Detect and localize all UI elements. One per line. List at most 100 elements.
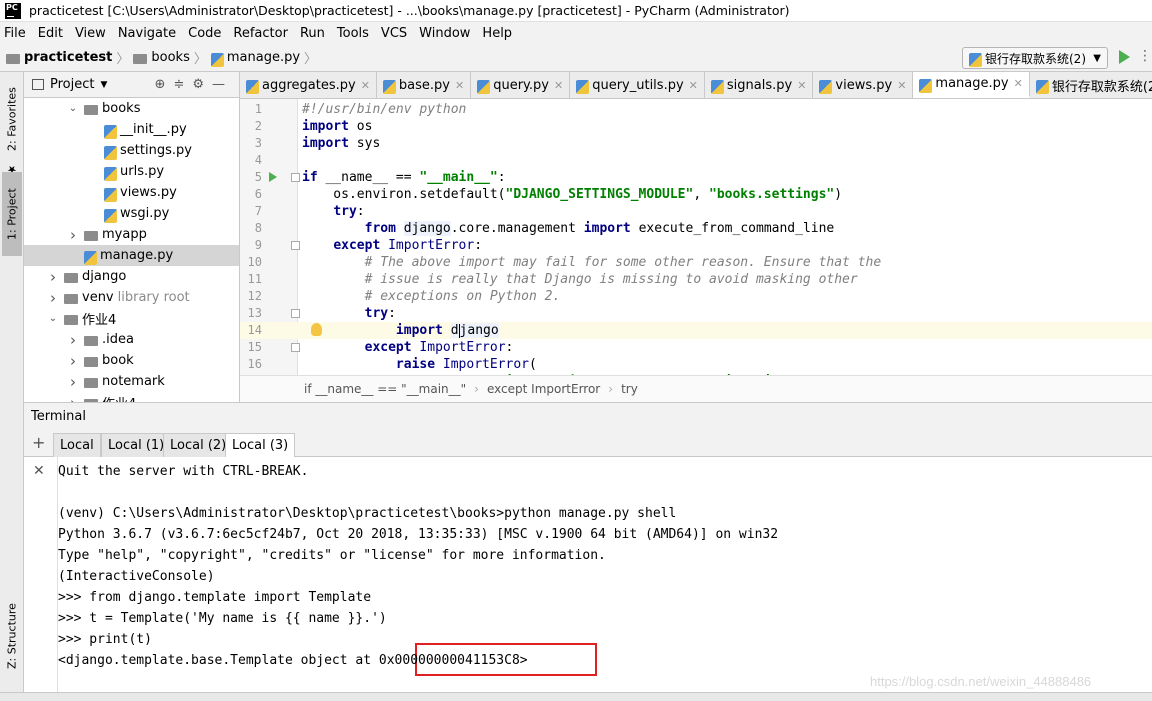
tree-item[interactable]: › myapp [24, 224, 239, 245]
run-configuration-select[interactable]: 银行存取款系统(2) ▼ [962, 47, 1108, 69]
chevron-right-icon[interactable]: › [46, 268, 60, 286]
menu-edit[interactable]: Edit [38, 26, 63, 41]
fold-marker-icon[interactable] [291, 309, 300, 318]
tree-item[interactable]: settings.py [24, 140, 239, 161]
chevron-right-icon[interactable]: › [46, 289, 60, 307]
close-tab-icon[interactable]: ✕ [797, 79, 806, 92]
fold-marker-icon[interactable] [291, 173, 300, 182]
menu-refactor[interactable]: Refactor [233, 26, 288, 41]
editor-tab[interactable]: base.py ✕ [377, 72, 472, 98]
code-line[interactable]: 6 os.environ.setdefault("DJANGO_SETTINGS… [240, 186, 1152, 203]
project-tool-tab[interactable]: 1: Project [2, 172, 22, 256]
tree-item[interactable]: ⌄ books [24, 98, 239, 119]
gear-icon[interactable]: ⚙ [192, 77, 212, 92]
chevron-right-icon[interactable]: › [66, 352, 80, 370]
close-tab-icon[interactable]: ✕ [897, 79, 906, 92]
collapse-icon[interactable]: ≑ [173, 77, 192, 92]
line-number: 2 [254, 119, 262, 133]
editor-crumb-except[interactable]: except ImportError [487, 382, 600, 396]
code-line[interactable]: 5 if __name__ == "__main__": [240, 169, 1152, 186]
editor-tab[interactable]: views.py ✕ [813, 72, 914, 98]
code-line[interactable]: 10 # The above import may fail for some … [240, 254, 1152, 271]
project-panel-title[interactable]: Project [50, 77, 94, 92]
terminal-tab[interactable]: Local [53, 433, 101, 457]
code-line[interactable]: 1 #!/usr/bin/env python [240, 101, 1152, 118]
editor-tab[interactable]: manage.py ✕ [913, 72, 1030, 98]
code-line[interactable]: 9 except ImportError: [240, 237, 1152, 254]
tree-item[interactable]: urls.py [24, 161, 239, 182]
tree-item[interactable]: __init__.py [24, 119, 239, 140]
code-line[interactable]: 16 raise ImportError( [240, 356, 1152, 373]
code-line[interactable]: 7 try: [240, 203, 1152, 220]
menu-tools[interactable]: Tools [337, 26, 369, 41]
tree-item[interactable]: wsgi.py [24, 203, 239, 224]
breadcrumb-file[interactable]: manage.py [227, 50, 300, 65]
editor-crumb-try[interactable]: try [621, 382, 638, 396]
chevron-down-icon[interactable]: ⌄ [66, 103, 80, 114]
tree-item[interactable]: views.py [24, 182, 239, 203]
terminal-tab[interactable]: Local (3) [225, 433, 296, 457]
code-line[interactable]: 13 try: [240, 305, 1152, 322]
chevron-right-icon[interactable]: › [66, 373, 80, 391]
code-line[interactable]: 12 # exceptions on Python 2. [240, 288, 1152, 305]
editor-tab[interactable]: signals.py ✕ [705, 72, 814, 98]
chevron-right-icon[interactable]: › [66, 394, 80, 403]
locate-icon[interactable]: ⊕ [155, 77, 174, 92]
code-line[interactable]: 2 import os [240, 118, 1152, 135]
terminal-tab[interactable]: Local (1) [101, 433, 172, 457]
menu-help[interactable]: Help [482, 26, 512, 41]
tree-item[interactable]: ⌄ 作业4 [24, 308, 239, 329]
menu-vcs[interactable]: VCS [381, 26, 407, 41]
close-tab-icon[interactable]: ✕ [361, 79, 370, 92]
project-tab-label: 1: Project [5, 188, 19, 240]
run-icon[interactable] [1119, 50, 1130, 64]
chevron-right-icon[interactable]: › [66, 331, 80, 349]
editor-tab[interactable]: query_utils.py ✕ [570, 72, 705, 98]
more-icon[interactable]: ⋮ [1138, 48, 1152, 64]
editor-tab[interactable]: 银行存取款系统(2).py [1030, 72, 1152, 98]
editor-crumb-if[interactable]: if __name__ == "__main__" [304, 382, 466, 396]
close-tab-icon[interactable]: ✕ [1014, 77, 1023, 90]
tree-item[interactable]: › .idea [24, 329, 239, 350]
add-icon[interactable]: + [32, 433, 45, 452]
run-gutter-icon[interactable] [269, 172, 277, 182]
tree-item[interactable]: › 作业4 [24, 392, 239, 402]
code-line[interactable]: 11 # issue is really that Django is miss… [240, 271, 1152, 288]
close-tab-icon[interactable]: ✕ [554, 79, 563, 92]
menu-code[interactable]: Code [188, 26, 221, 41]
chevron-right-icon[interactable]: › [66, 226, 80, 244]
menu-navigate[interactable]: Navigate [118, 26, 176, 41]
structure-tool-tab[interactable]: Z: Structure [2, 592, 22, 680]
fold-marker-icon[interactable] [291, 241, 300, 250]
favorites-tool-tab[interactable]: 2: Favorites [2, 78, 22, 160]
close-icon[interactable]: ✕ [33, 463, 45, 479]
tree-item[interactable]: › venv library root [24, 287, 239, 308]
editor-tab[interactable]: query.py ✕ [471, 72, 571, 98]
menu-file[interactable]: File [4, 26, 26, 41]
terminal-output[interactable]: Quit the server with CTRL-BREAK. (venv) C… [57, 457, 1152, 693]
breadcrumb-folder[interactable]: books [151, 50, 189, 65]
menu-run[interactable]: Run [300, 26, 325, 41]
code-line[interactable]: 8 from django.core.management import exe… [240, 220, 1152, 237]
tree-item[interactable]: manage.py [24, 245, 239, 266]
code-line[interactable]: 15 except ImportError: [240, 339, 1152, 356]
chevron-down-icon[interactable]: ⌄ [46, 313, 60, 324]
fold-marker-icon[interactable] [291, 343, 300, 352]
menu-window[interactable]: Window [419, 26, 470, 41]
code-area[interactable]: 1 #!/usr/bin/env python 2 import os 3 import … [240, 99, 1152, 375]
tree-item[interactable]: › book [24, 350, 239, 371]
code-line[interactable]: 14 import django [240, 322, 1152, 339]
close-tab-icon[interactable]: ✕ [455, 79, 464, 92]
minimize-icon[interactable]: — [212, 77, 233, 92]
menu-view[interactable]: View [75, 26, 106, 41]
project-view-icon [32, 79, 44, 90]
tree-item[interactable]: › django [24, 266, 239, 287]
close-tab-icon[interactable]: ✕ [689, 79, 698, 92]
terminal-tab[interactable]: Local (2) [163, 433, 234, 457]
editor-tab[interactable]: aggregates.py ✕ [240, 72, 377, 98]
code-line[interactable]: 4 [240, 152, 1152, 169]
chevron-down-icon[interactable]: ▼ [100, 80, 107, 90]
breadcrumb-project[interactable]: practicetest [24, 50, 112, 65]
code-line[interactable]: 3 import sys [240, 135, 1152, 152]
tree-item[interactable]: › notemark [24, 371, 239, 392]
